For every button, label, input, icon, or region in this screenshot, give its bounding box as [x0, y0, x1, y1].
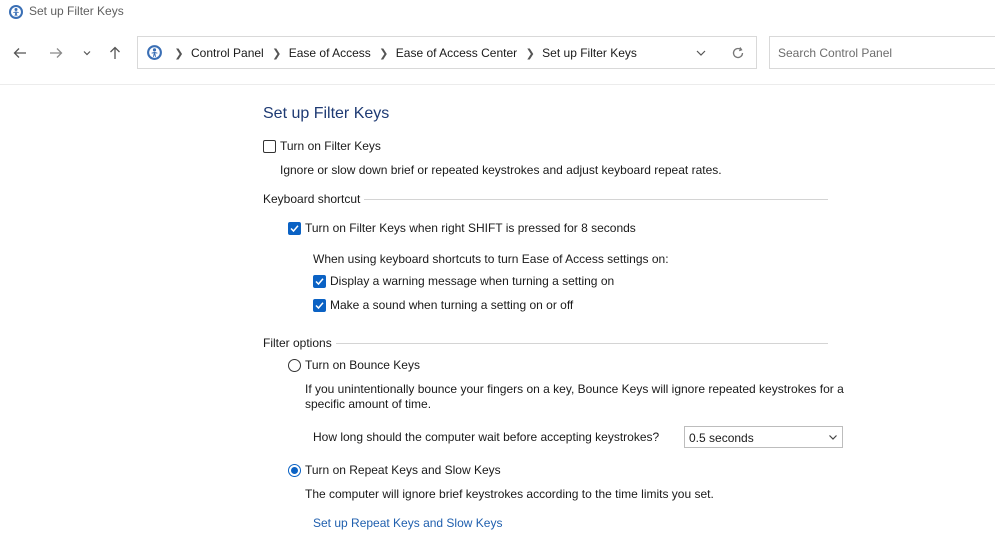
shift-shortcut-label[interactable]: Turn on Filter Keys when right SHIFT is … — [305, 221, 636, 235]
wait-time-select[interactable]: 0.5 seconds — [684, 426, 843, 448]
title-bar: Set up Filter Keys — [0, 0, 995, 24]
bounce-keys-description-cont: specific amount of time. — [305, 397, 432, 411]
page-title: Set up Filter Keys — [263, 105, 390, 122]
filter-options-heading: Filter options — [263, 336, 336, 350]
keyboard-shortcut-heading: Keyboard shortcut — [263, 192, 365, 206]
wait-time-value: 0.5 seconds — [689, 431, 754, 445]
turn-on-filter-keys-checkbox[interactable] — [263, 140, 276, 153]
checkmark-icon — [315, 278, 324, 286]
refresh-icon[interactable] — [730, 45, 746, 61]
arrow-up-icon — [110, 46, 120, 59]
bounce-keys-label[interactable]: Turn on Bounce Keys — [305, 358, 420, 372]
repeat-slow-keys-description: The computer will ignore brief keystroke… — [305, 487, 714, 501]
navigation-bar: ❯ Control Panel ❯ Ease of Access ❯ Ease … — [0, 28, 995, 78]
arrow-right-icon — [50, 48, 63, 58]
breadcrumb-separator-icon[interactable]: ❯ — [525, 47, 535, 60]
breadcrumb-separator-icon[interactable]: ❯ — [379, 47, 389, 60]
breadcrumb-separator-icon[interactable]: ❯ — [272, 47, 282, 60]
bounce-keys-radio[interactable] — [288, 359, 301, 372]
checkmark-icon — [315, 302, 324, 310]
chevron-down-icon[interactable] — [695, 47, 707, 59]
chevron-down-icon — [829, 435, 837, 440]
shortcut-subheading: When using keyboard shortcuts to turn Ea… — [313, 252, 669, 266]
breadcrumb-set-up-filter-keys[interactable]: Set up Filter Keys — [542, 46, 637, 60]
recent-locations-button[interactable] — [76, 42, 98, 64]
wait-time-question: How long should the computer wait before… — [313, 430, 660, 444]
chevron-down-icon — [83, 51, 91, 56]
breadcrumb-control-panel[interactable]: Control Panel — [191, 46, 264, 60]
forward-button[interactable] — [45, 42, 67, 64]
shift-shortcut-checkbox[interactable] — [288, 222, 301, 235]
breadcrumb-ease-of-access-center[interactable]: Ease of Access Center — [396, 46, 517, 60]
make-sound-checkbox[interactable] — [313, 299, 326, 312]
back-button[interactable] — [9, 42, 31, 64]
address-bar[interactable]: ❯ Control Panel ❯ Ease of Access ❯ Ease … — [137, 36, 757, 69]
checkmark-icon — [290, 225, 299, 233]
breadcrumb-separator-icon[interactable]: ❯ — [174, 47, 184, 60]
make-sound-label[interactable]: Make a sound when turning a setting on o… — [330, 298, 573, 312]
search-input[interactable] — [770, 37, 990, 68]
up-button[interactable] — [104, 42, 126, 64]
warning-message-checkbox[interactable] — [313, 275, 326, 288]
filter-keys-description: Ignore or slow down brief or repeated ke… — [280, 163, 722, 177]
breadcrumb-ease-of-access[interactable]: Ease of Access — [289, 46, 371, 60]
warning-message-label[interactable]: Display a warning message when turning a… — [330, 274, 614, 288]
control-panel-icon — [147, 45, 162, 60]
bounce-keys-description: If you unintentionally bounce your finge… — [305, 382, 844, 396]
window-title: Set up Filter Keys — [29, 4, 124, 18]
search-box[interactable] — [769, 36, 995, 69]
arrow-left-icon — [13, 48, 26, 58]
repeat-slow-keys-label[interactable]: Turn on Repeat Keys and Slow Keys — [305, 463, 501, 477]
turn-on-filter-keys-label[interactable]: Turn on Filter Keys — [280, 139, 381, 153]
breadcrumb: ❯ Control Panel ❯ Ease of Access ❯ Ease … — [166, 46, 637, 60]
main-content: Set up Filter Keys Turn on Filter Keys I… — [0, 85, 995, 549]
setup-repeat-slow-keys-link[interactable]: Set up Repeat Keys and Slow Keys — [313, 516, 502, 530]
control-panel-icon — [9, 5, 23, 19]
repeat-slow-keys-radio[interactable] — [288, 464, 301, 477]
filter-options-divider — [263, 343, 828, 344]
